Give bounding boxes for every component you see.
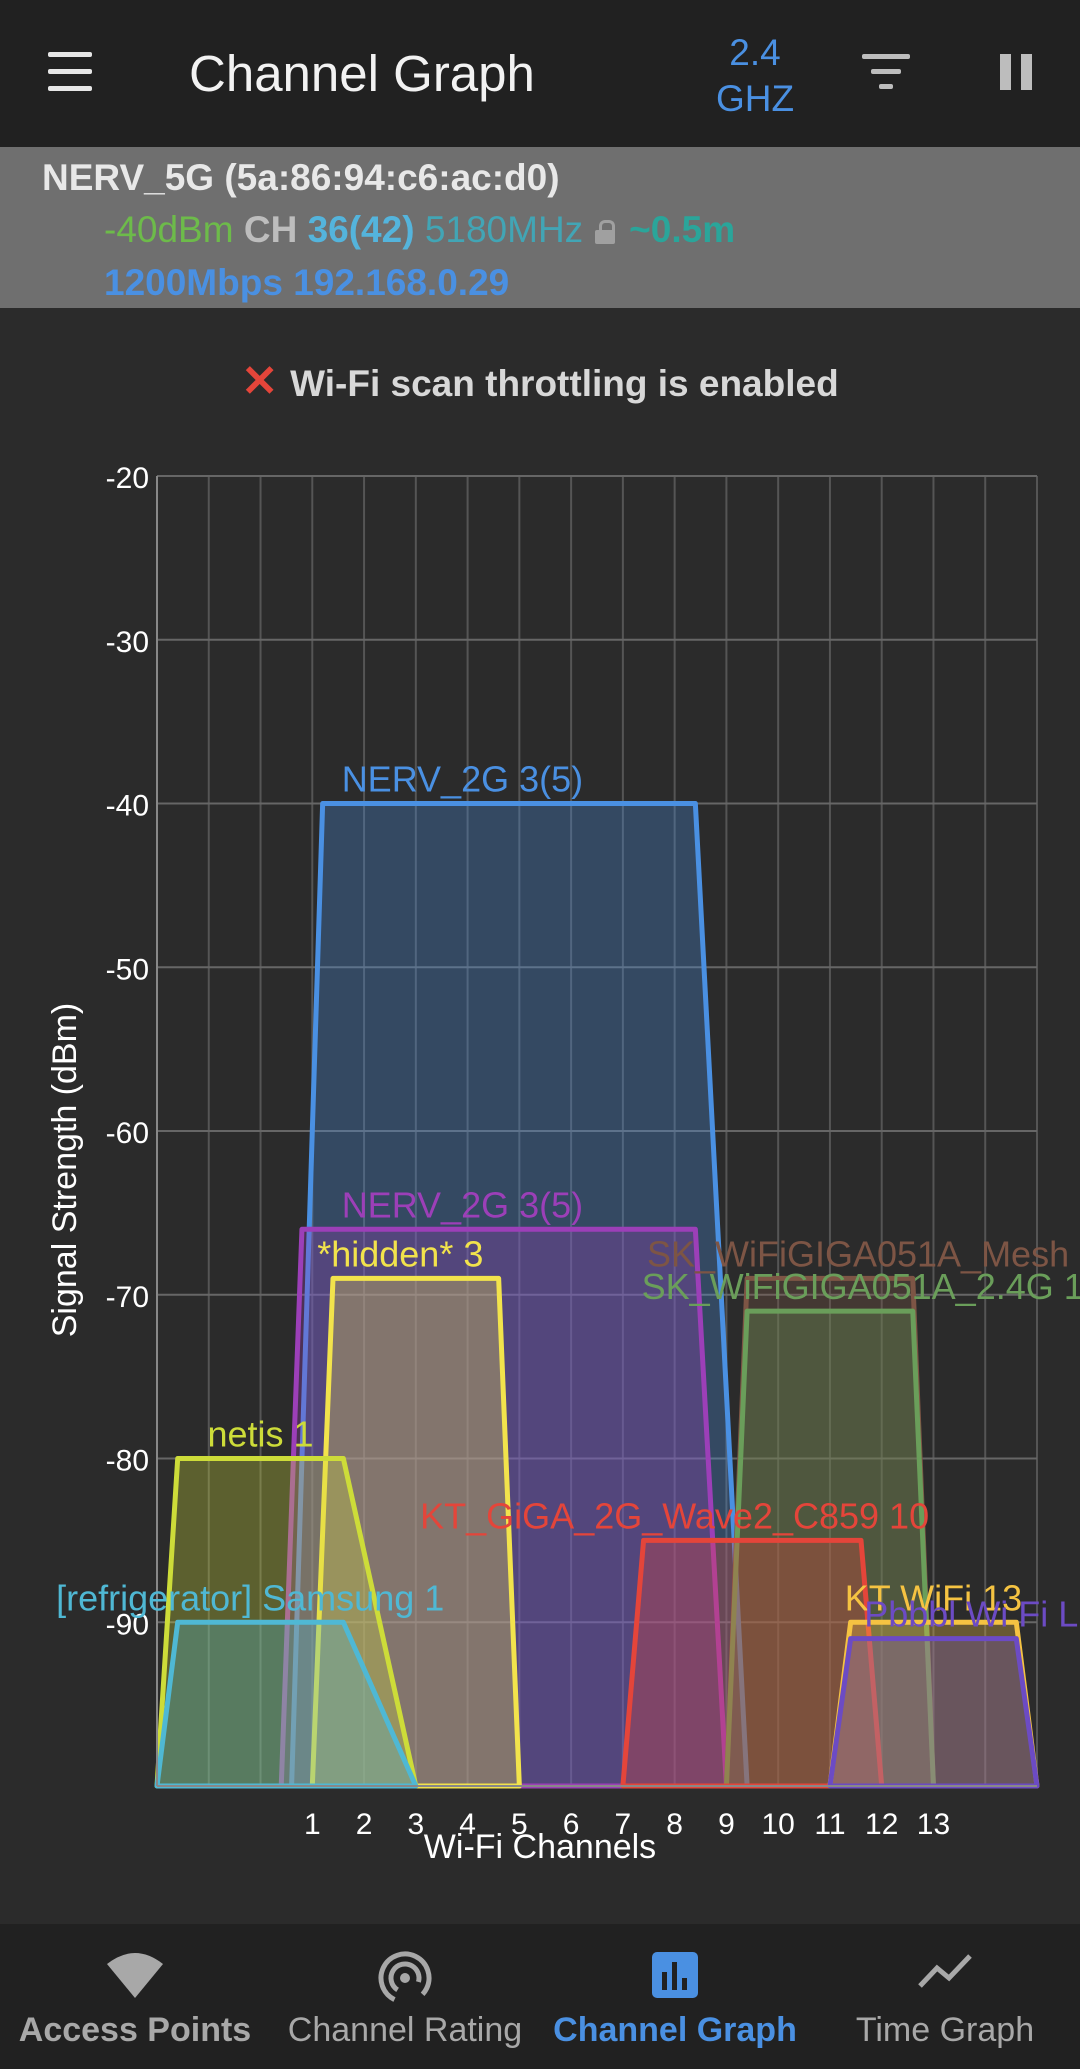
x-tick-label: 2 — [356, 1808, 373, 1841]
y-tick-label: -70 — [106, 1281, 149, 1314]
y-tick-label: -40 — [106, 790, 149, 823]
y-tick-label: -20 — [106, 462, 149, 495]
connection-channel: 36(42) — [307, 209, 415, 250]
nav-channel-graph[interactable]: Channel Graph — [540, 1924, 810, 2069]
bottom-navigation: Access Points Channel Rating Channel Gra… — [0, 1924, 1080, 2069]
nav-access-points-label: Access Points — [18, 2011, 252, 2049]
x-tick-label: 3 — [407, 1808, 424, 1841]
connection-frequency: 5180MHz — [424, 209, 584, 250]
app-bar: Channel Graph 2.4 GHZ — [0, 0, 1080, 147]
x-axis-label: Wi-Fi Channels — [424, 1828, 656, 1866]
hamburger-menu-icon[interactable] — [44, 52, 96, 92]
series-label: KT_GiGA_2G_Wave2_C859 10 — [420, 1495, 929, 1536]
y-tick-label: -80 — [106, 1445, 149, 1478]
series-label: *hidden* 3 — [317, 1233, 483, 1274]
filter-icon[interactable] — [862, 52, 914, 96]
y-tick-label: -30 — [106, 626, 149, 659]
series-label: NERV_2G 3(5) — [342, 759, 583, 800]
throttle-warning: ✕ Wi-Fi scan throttling is enabled — [0, 356, 1080, 407]
band-toggle-button[interactable]: 2.4 GHZ — [705, 30, 805, 122]
nav-access-points[interactable]: Access Points — [0, 1924, 270, 2069]
pause-icon[interactable] — [996, 52, 1036, 92]
x-tick-label: 12 — [865, 1808, 898, 1841]
x-tick-label: 8 — [666, 1808, 683, 1841]
connection-ssid: NERV_5G (5a:86:94:c6:ac:d0) — [42, 157, 560, 198]
x-tick-label: 11 — [814, 1808, 845, 1841]
connection-link: 1200Mbps 192.168.0.29 — [104, 262, 510, 303]
band-unit: GHZ — [715, 78, 795, 119]
series-label: [refrigerator] Samsung 1 — [56, 1577, 444, 1618]
x-tick-label: 1 — [304, 1808, 321, 1841]
nav-time-graph[interactable]: Time Graph — [810, 1924, 1080, 2069]
current-connection-panel[interactable]: NERV_5G (5a:86:94:c6:ac:d0) -40dBm CH 36… — [0, 147, 1080, 308]
x-icon: ✕ — [241, 357, 279, 406]
nav-channel-graph-label: Channel Graph — [553, 2011, 797, 2049]
y-tick-label: -60 — [106, 1117, 149, 1150]
connection-ch-label: CH — [243, 209, 298, 250]
page-title: Channel Graph — [189, 45, 535, 102]
throttle-text: Wi-Fi scan throttling is enabled — [290, 363, 839, 404]
channel-graph-chart: -20-30-40-50-60-70-80-901 2 3 4 5 6 7 8 9 10 11 12 1… — [46, 462, 1080, 1866]
series-label: SK_WiFiGIGA051A_2.4G 11 — [642, 1266, 1080, 1307]
connection-signal: -40dBm — [104, 209, 234, 250]
x-tick-label: 9 — [718, 1808, 735, 1841]
x-tick-label: 13 — [917, 1808, 950, 1841]
y-axis-label: Signal Strength (dBm) — [46, 1003, 84, 1338]
lock-icon — [595, 220, 616, 244]
wifi-icon — [105, 1950, 165, 2005]
bar-chart-icon — [650, 1950, 700, 2005]
series-area — [827, 1636, 1040, 1789]
nav-channel-rating[interactable]: Channel Rating — [270, 1924, 540, 2069]
series-label: Pbbbl Wi Fi Ll1 — [864, 1594, 1080, 1635]
x-tick-label: 10 — [761, 1808, 794, 1841]
connection-distance: ~0.5m — [629, 209, 736, 250]
y-tick-label: -50 — [106, 953, 149, 986]
line-graph-icon — [917, 1950, 973, 1995]
band-value: 2.4 — [729, 32, 781, 73]
series-label: netis 1 — [207, 1414, 313, 1455]
nav-channel-rating-label: Channel Rating — [287, 2011, 523, 2049]
nav-time-graph-label: Time Graph — [855, 2011, 1035, 2049]
series-label: NERV_2G 3(5) — [342, 1184, 583, 1225]
signal-rating-icon — [377, 1950, 433, 2011]
connection-details: -40dBm CH 36(42) 5180MHz ~0.5m — [104, 209, 735, 251]
